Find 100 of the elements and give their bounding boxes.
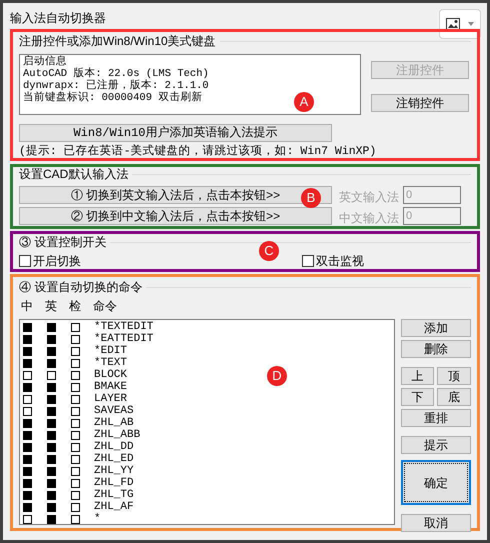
checkbox[interactable] xyxy=(71,454,80,464)
checkbox[interactable] xyxy=(71,502,80,512)
checkbox[interactable] xyxy=(23,346,32,356)
checkbox[interactable] xyxy=(23,502,32,512)
checkbox[interactable] xyxy=(71,442,80,452)
checkbox[interactable] xyxy=(71,358,80,368)
checkbox[interactable] xyxy=(47,466,56,476)
info-line: dynwrapx: 已注册，版本: 2.1.1.0 xyxy=(23,80,209,92)
checkbox[interactable] xyxy=(71,490,80,500)
checkbox[interactable] xyxy=(23,418,32,428)
command-name[interactable]: ZHL_YY xyxy=(94,465,134,477)
checkbox[interactable] xyxy=(47,502,56,512)
group-label: ③ 设置控制开关 xyxy=(19,235,106,249)
checkbox[interactable] xyxy=(23,382,32,392)
reorder-button[interactable]: 重排 xyxy=(401,409,471,427)
checkbox[interactable] xyxy=(71,430,80,440)
checkbox[interactable] xyxy=(71,466,80,476)
command-name[interactable]: ZHL_ABB xyxy=(94,429,140,441)
checkbox[interactable] xyxy=(71,346,80,356)
group-label: 注册控件或添加Win8/Win10美式键盘 xyxy=(19,34,216,48)
field-label: 中文输入法 xyxy=(339,211,399,225)
info-line: 启动信息 xyxy=(23,56,67,68)
command-name[interactable]: SAVEAS xyxy=(94,405,134,417)
checkbox[interactable] xyxy=(47,382,56,392)
caret-icon xyxy=(468,22,474,26)
checkbox-label: 双击监视 xyxy=(316,254,364,268)
command-name[interactable]: *TEXT xyxy=(94,357,128,369)
command-name[interactable]: ZHL_DD xyxy=(94,441,134,453)
checkbox[interactable] xyxy=(71,370,80,380)
checkbox[interactable] xyxy=(47,370,56,380)
column-header: 中 xyxy=(20,299,34,313)
checkbox[interactable] xyxy=(23,394,32,404)
checkbox[interactable] xyxy=(71,322,80,332)
command-name[interactable]: *TEXTEDIT xyxy=(94,321,154,333)
checkbox[interactable] xyxy=(23,442,32,452)
checkbox[interactable] xyxy=(23,406,32,416)
add-keyboard-button[interactable]: Win8/Win10用户添加英语输入法提示 xyxy=(19,124,332,142)
control-button[interactable]: 注销控件 xyxy=(371,94,469,112)
command-name[interactable]: *EDIT xyxy=(94,345,128,357)
move-bottom-button[interactable]: 底 xyxy=(437,388,471,406)
column-header: 英 xyxy=(44,299,58,313)
checkbox[interactable] xyxy=(47,490,56,500)
checkbox[interactable] xyxy=(71,406,80,416)
checkbox[interactable] xyxy=(47,358,56,368)
checkbox[interactable] xyxy=(47,346,56,356)
checkbox[interactable] xyxy=(47,442,56,452)
command-name[interactable]: * xyxy=(94,513,101,525)
capture-button[interactable]: ② 切换到中文输入法后，点击本按钮>> xyxy=(19,207,332,225)
add-button[interactable]: 添加 xyxy=(401,319,471,337)
command-name[interactable]: LAYER xyxy=(94,393,128,405)
checkbox[interactable] xyxy=(23,466,32,476)
delete-button[interactable]: 删除 xyxy=(401,340,471,358)
ok-button[interactable]: 确定 xyxy=(401,460,471,505)
column-header: 命令 xyxy=(92,299,117,313)
checkbox[interactable] xyxy=(19,255,31,267)
move-top-button[interactable]: 顶 xyxy=(437,367,471,385)
column-header: 检 xyxy=(68,299,82,313)
checkbox[interactable] xyxy=(47,394,56,404)
checkbox[interactable] xyxy=(71,514,80,524)
checkbox[interactable] xyxy=(23,490,32,500)
command-name[interactable]: BLOCK xyxy=(94,369,128,381)
group-label: 设置CAD默认输入法 xyxy=(19,167,128,181)
checkbox[interactable] xyxy=(23,370,32,380)
command-name[interactable]: ZHL_FD xyxy=(94,477,134,489)
command-name[interactable]: ZHL_ED xyxy=(94,453,134,465)
checkbox[interactable] xyxy=(47,514,56,524)
checkbox[interactable] xyxy=(47,454,56,464)
checkbox[interactable] xyxy=(71,394,80,404)
checkbox[interactable] xyxy=(23,514,32,524)
checkbox[interactable] xyxy=(71,418,80,428)
move-up-button[interactable]: 上 xyxy=(401,367,434,385)
field-label: 英文输入法 xyxy=(339,190,399,204)
checkbox[interactable] xyxy=(47,406,56,416)
annotation-marker: C xyxy=(259,241,279,261)
checkbox[interactable] xyxy=(47,322,56,332)
checkbox[interactable] xyxy=(23,478,32,488)
checkbox[interactable] xyxy=(71,382,80,392)
command-name[interactable]: ZHL_AF xyxy=(94,501,134,513)
info-line: AutoCAD 版本: 22.0s (LMS Tech) xyxy=(23,68,209,80)
checkbox[interactable] xyxy=(23,322,32,332)
checkbox[interactable] xyxy=(71,334,80,344)
checkbox[interactable] xyxy=(47,334,56,344)
checkbox[interactable] xyxy=(23,454,32,464)
checkbox[interactable] xyxy=(47,478,56,488)
checkbox[interactable] xyxy=(23,430,32,440)
command-name[interactable]: ZHL_TG xyxy=(94,489,134,501)
checkbox[interactable] xyxy=(47,418,56,428)
hint-button[interactable]: 提示 xyxy=(401,436,471,454)
checkbox-label: 开启切换 xyxy=(33,254,81,268)
move-down-button[interactable]: 下 xyxy=(401,388,434,406)
command-name[interactable]: ZHL_AB xyxy=(94,417,134,429)
checkbox[interactable] xyxy=(23,334,32,344)
command-name[interactable]: *EATTEDIT xyxy=(94,333,154,345)
checkbox[interactable] xyxy=(71,478,80,488)
cancel-button[interactable]: 取消 xyxy=(401,514,471,532)
checkbox[interactable] xyxy=(23,358,32,368)
command-name[interactable]: BMAKE xyxy=(94,381,128,393)
info-line: 当前键盘标识: 00000409 双击刷新 xyxy=(23,92,202,104)
checkbox[interactable] xyxy=(47,430,56,440)
checkbox[interactable] xyxy=(302,255,314,267)
